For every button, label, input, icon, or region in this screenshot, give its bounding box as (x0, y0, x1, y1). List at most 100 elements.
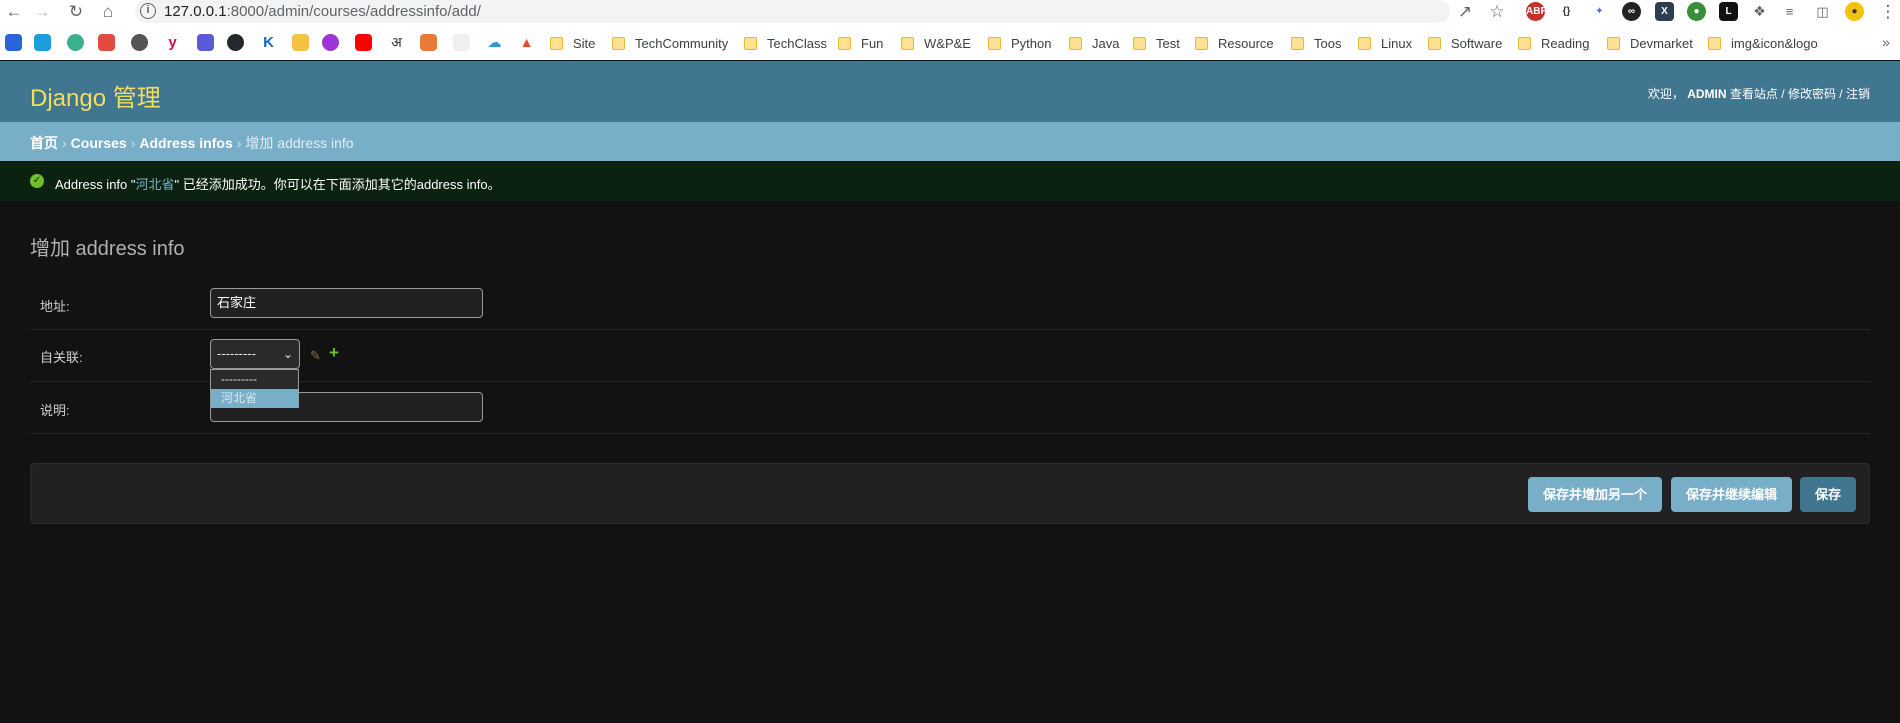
welcome-text: 欢迎， (1647, 87, 1684, 101)
bookmark-k-icon[interactable]: K (260, 34, 277, 51)
breadcrumb-model[interactable]: Address infos (139, 135, 232, 151)
bookmark-lips-icon[interactable] (420, 34, 437, 51)
url-text[interactable]: 127.0.0.1:8000/admin/courses/addressinfo… (164, 3, 481, 20)
bookmark-folder-site[interactable]: Site (550, 35, 595, 53)
bookmark-folder-toos[interactable]: Toos (1291, 35, 1341, 53)
bookmark-p-icon[interactable] (67, 34, 84, 51)
folder-icon (1195, 37, 1208, 50)
folder-icon (901, 37, 914, 50)
bookmark-folder-label: Java (1092, 36, 1120, 51)
address-input[interactable]: 石家庄 (210, 288, 483, 318)
bookmark-bilibili-icon[interactable] (34, 34, 51, 51)
side-panel-icon[interactable]: ◫ (1813, 2, 1832, 21)
bookmark-folder-python[interactable]: Python (988, 35, 1051, 53)
bookmark-folder-fun[interactable]: Fun (838, 35, 883, 53)
bookmark-folder-img-icon-logo[interactable]: img&icon&logo (1708, 35, 1818, 53)
l-extension-icon[interactable]: L (1719, 2, 1738, 21)
bookmark-fire-icon[interactable]: ▲ (518, 34, 535, 51)
profile-avatar-icon[interactable]: ● (1845, 2, 1864, 21)
reading-list-icon[interactable]: ≡ (1780, 2, 1799, 21)
parent-label: 自关联: (40, 350, 83, 365)
change-password-link[interactable]: 修改密码 (1788, 87, 1836, 101)
bookmarks-overflow-icon[interactable]: » (1876, 32, 1896, 52)
bookmark-folder-techcommunity[interactable]: TechCommunity (612, 35, 728, 53)
bookmark-folder-resource[interactable]: Resource (1195, 35, 1274, 53)
view-site-link[interactable]: 查看站点 (1730, 87, 1778, 101)
form-row-note: 说明: (30, 382, 1870, 434)
folder-icon (1607, 37, 1620, 50)
bookmark-star-icon[interactable]: ☆ (1487, 2, 1507, 22)
extensions-puzzle-icon[interactable]: ❖ (1750, 2, 1769, 21)
url-path: :8000/admin/courses/addressinfo/add/ (226, 3, 481, 20)
dropdown-option-highlighted[interactable]: 河北省 (211, 389, 298, 408)
bookmark-folder-wpe[interactable]: W&P&E (901, 35, 971, 53)
folder-icon (550, 37, 563, 50)
bookmark-s-icon[interactable] (322, 34, 339, 51)
bookmark-c-icon[interactable] (197, 34, 214, 51)
username: ADMIN (1687, 87, 1727, 101)
success-message-text: Address info "河北省" 已经添加成功。你可以在下面添加其它的add… (55, 174, 501, 193)
translate-extension-icon[interactable]: ✦ (1590, 2, 1609, 21)
bookmark-folder-software[interactable]: Software (1428, 35, 1502, 53)
bookmark-github-icon[interactable] (227, 34, 244, 51)
folder-icon (1428, 37, 1441, 50)
parent-select[interactable]: --------- ⌄ (210, 339, 300, 369)
edit-related-pencil-icon[interactable]: ✎ (310, 348, 321, 364)
bookmark-folder-label: Reading (1541, 36, 1590, 51)
address-bar-row: ← → ↻ ⌂ i 127.0.0.1:8000/admin/courses/a… (0, 0, 1900, 24)
bookmark-folder-devmarket[interactable]: Devmarket (1607, 35, 1693, 53)
address-label: 地址: (40, 299, 70, 314)
breadcrumb-trail: 首页 › Courses › Address infos › 增加 address info (30, 133, 354, 153)
bookmark-folder-techclass[interactable]: TechClass (744, 35, 827, 53)
bookmark-folder-reading[interactable]: Reading (1518, 35, 1589, 53)
site-info-icon[interactable]: i (140, 3, 156, 19)
bookmark-folder-label: Linux (1381, 36, 1413, 51)
bookmark-lightning-icon[interactable] (292, 34, 309, 51)
dropdown-option[interactable]: --------- (211, 370, 298, 389)
message-suffix: " 已经添加成功。你可以在下面添加其它的address info。 (174, 177, 501, 192)
bookmark-globe-icon[interactable] (131, 34, 148, 51)
note-label: 说明: (40, 403, 70, 418)
site-brand[interactable]: Django 管理 (30, 78, 161, 113)
reload-icon[interactable]: ↻ (66, 2, 86, 22)
save-button[interactable]: 保存 (1800, 477, 1856, 512)
chevron-down-icon: ⌄ (282, 347, 293, 361)
bookmark-folder-test[interactable]: Test (1133, 35, 1180, 53)
bookmark-y-icon[interactable]: y (164, 34, 181, 51)
bookmark-folder-label: Resource (1218, 36, 1274, 51)
save-and-add-another-button[interactable]: 保存并增加另一个 (1528, 477, 1662, 512)
breadcrumb-home[interactable]: 首页 (30, 135, 58, 151)
bookmark-folder-label: Site (573, 36, 596, 51)
folder-icon (612, 37, 625, 50)
bookmark-red-icon[interactable] (98, 34, 115, 51)
bookmark-cloud-icon[interactable]: ☁ (486, 34, 503, 51)
breadcrumb-app[interactable]: Courses (71, 135, 127, 151)
forward-icon[interactable]: → (32, 2, 52, 22)
logout-link[interactable]: 注销 (1846, 87, 1870, 101)
globe-extension-icon[interactable]: ● (1687, 2, 1706, 21)
bookmark-folder-linux[interactable]: Linux (1358, 35, 1412, 53)
adblock-extension-icon[interactable]: ABP (1526, 2, 1547, 21)
json-extension-icon[interactable]: {} (1557, 2, 1576, 21)
bookmark-baidu-icon[interactable] (5, 34, 22, 51)
success-message: ✓ Address info "河北省" 已经添加成功。你可以在下面添加其它的a… (0, 161, 1900, 201)
bookmark-folder-java[interactable]: Java (1069, 35, 1119, 53)
message-object-link[interactable]: 河北省 (136, 177, 175, 192)
x-extension-icon[interactable]: X (1655, 2, 1674, 21)
folder-icon (744, 37, 757, 50)
admin-header: Django 管理 欢迎， ADMIN 查看站点 / 修改密码 / 注销 (0, 61, 1900, 122)
bookmark-blank-icon[interactable] (453, 34, 470, 51)
bookmark-folder-label: Software (1451, 36, 1503, 51)
save-and-continue-button[interactable]: 保存并继续编辑 (1671, 477, 1792, 512)
back-icon[interactable]: ← (4, 2, 24, 22)
bookmark-script-icon[interactable]: अ (388, 34, 405, 51)
add-related-plus-icon[interactable]: + (329, 343, 339, 363)
menu-kebab-icon[interactable]: ⋮ (1878, 2, 1898, 22)
url-host: 127.0.0.1 (164, 3, 227, 20)
folder-icon (1518, 37, 1531, 50)
separator: / (1781, 87, 1785, 101)
bookmark-youtube-icon[interactable] (355, 34, 372, 51)
infinity-extension-icon[interactable]: ∞ (1622, 2, 1641, 21)
home-icon[interactable]: ⌂ (98, 2, 118, 22)
share-icon[interactable]: ↗ (1455, 2, 1475, 22)
